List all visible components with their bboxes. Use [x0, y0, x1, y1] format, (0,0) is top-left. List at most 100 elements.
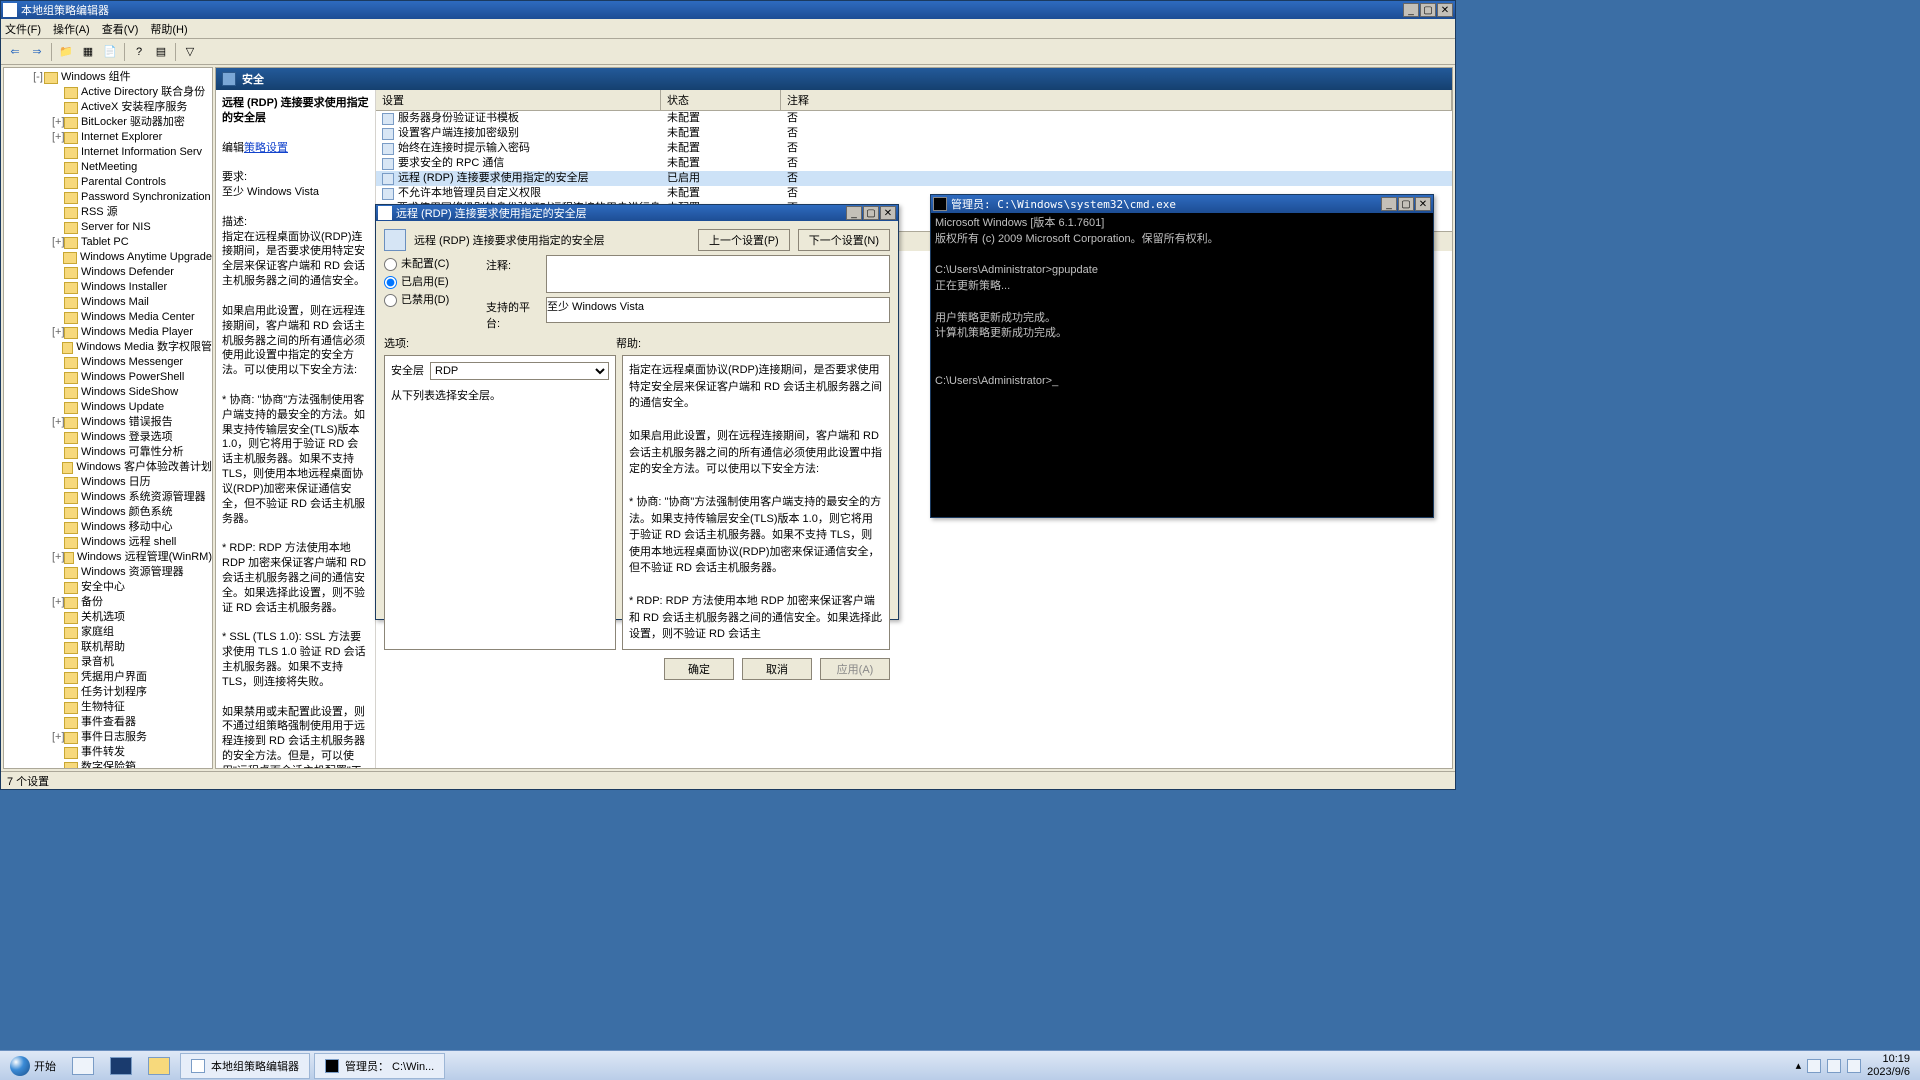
cmd-body[interactable]: Microsoft Windows [版本 6.1.7601] 版权所有 (c)… — [931, 213, 1433, 517]
task-item-cmd[interactable]: 管理员： C:\Win... — [314, 1053, 445, 1079]
tree-node[interactable]: Windows 远程 shell — [4, 535, 212, 550]
minimize-button[interactable]: _ — [1403, 3, 1419, 17]
tree-node[interactable]: Windows 登录选项 — [4, 430, 212, 445]
filter-button[interactable]: ▽ — [180, 42, 200, 62]
dlg-minimize-button[interactable]: _ — [846, 206, 862, 220]
tree-node[interactable]: Windows PowerShell — [4, 370, 212, 385]
tree-node[interactable]: [-]Windows 组件 — [4, 70, 212, 85]
tree-node[interactable]: 安全中心 — [4, 580, 212, 595]
dlg-maximize-button[interactable]: ▢ — [863, 206, 879, 220]
tree-node[interactable]: Windows Defender — [4, 265, 212, 280]
tree-node[interactable]: Windows 日历 — [4, 475, 212, 490]
menu-action[interactable]: 操作(A) — [53, 21, 90, 37]
dlg-close-button[interactable]: ✕ — [880, 206, 896, 220]
tray-network-icon[interactable] — [1827, 1059, 1841, 1073]
tree-node[interactable]: 联机帮助 — [4, 640, 212, 655]
tree-node[interactable]: [+]Tablet PC — [4, 235, 212, 250]
dlg-titlebar[interactable]: 远程 (RDP) 连接要求使用指定的安全层 _ ▢ ✕ — [376, 205, 898, 221]
tree-node[interactable]: 事件转发 — [4, 745, 212, 760]
tree-node[interactable]: ActiveX 安装程序服务 — [4, 100, 212, 115]
list-row[interactable]: 远程 (RDP) 连接要求使用指定的安全层已启用否 — [376, 171, 1452, 186]
forward-button[interactable] — [27, 42, 47, 62]
cmd-titlebar[interactable]: 管理员: C:\Windows\system32\cmd.exe _ ▢ ✕ — [931, 195, 1433, 213]
tree-node[interactable]: [+]Windows 错误报告 — [4, 415, 212, 430]
tree-node[interactable]: Active Directory 联合身份 — [4, 85, 212, 100]
tree-node[interactable]: 事件查看器 — [4, 715, 212, 730]
tree-node[interactable]: Password Synchronization — [4, 190, 212, 205]
apply-button[interactable]: 应用(A) — [820, 658, 890, 680]
cancel-button[interactable]: 取消 — [742, 658, 812, 680]
tree-node[interactable]: 家庭组 — [4, 625, 212, 640]
tree-node[interactable]: Windows SideShow — [4, 385, 212, 400]
tree-node[interactable]: [+]备份 — [4, 595, 212, 610]
up-button[interactable]: 📁 — [56, 42, 76, 62]
tree-node[interactable]: Windows 客户体验改善计划 — [4, 460, 212, 475]
list-row[interactable]: 设置客户端连接加密级别未配置否 — [376, 126, 1452, 141]
close-button[interactable]: ✕ — [1437, 3, 1453, 17]
properties-button[interactable]: ▤ — [151, 42, 171, 62]
tree-node[interactable]: [+]事件日志服务 — [4, 730, 212, 745]
gp-titlebar[interactable]: 本地组策略编辑器 _ ▢ ✕ — [1, 1, 1455, 19]
tree-node[interactable]: RSS 源 — [4, 205, 212, 220]
col-setting[interactable]: 设置 — [376, 90, 661, 110]
tray-flag-icon[interactable] — [1807, 1059, 1821, 1073]
tree-node[interactable]: Parental Controls — [4, 175, 212, 190]
list-row[interactable]: 服务器身份验证证书模板未配置否 — [376, 111, 1452, 126]
tree-node[interactable]: 生物特征 — [4, 700, 212, 715]
maximize-button[interactable]: ▢ — [1420, 3, 1436, 17]
list-row[interactable]: 始终在连接时提示输入密码未配置否 — [376, 141, 1452, 156]
next-setting-button[interactable]: 下一个设置(N) — [798, 229, 890, 251]
edit-policy-link[interactable]: 策略设置 — [244, 142, 288, 154]
tree-node[interactable]: 凭据用户界面 — [4, 670, 212, 685]
tree-node[interactable]: Windows Update — [4, 400, 212, 415]
tree-node[interactable]: Windows 移动中心 — [4, 520, 212, 535]
tree-node[interactable]: 录音机 — [4, 655, 212, 670]
cmd-maximize-button[interactable]: ▢ — [1398, 197, 1414, 211]
help-button[interactable]: ? — [129, 42, 149, 62]
tree-node[interactable]: [+]BitLocker 驱动器加密 — [4, 115, 212, 130]
cmd-minimize-button[interactable]: _ — [1381, 197, 1397, 211]
ok-button[interactable]: 确定 — [664, 658, 734, 680]
comment-field[interactable] — [546, 255, 890, 293]
cmd-close-button[interactable]: ✕ — [1415, 197, 1431, 211]
start-button[interactable]: 开始 — [4, 1054, 62, 1078]
show-hide-button[interactable]: ▦ — [78, 42, 98, 62]
tree-node[interactable]: Windows 资源管理器 — [4, 565, 212, 580]
col-note[interactable]: 注释 — [781, 90, 1452, 110]
radio-disabled[interactable]: 已禁用(D) — [384, 291, 474, 309]
menu-help[interactable]: 帮助(H) — [150, 21, 187, 37]
tree-node[interactable]: Windows Anytime Upgrade — [4, 250, 212, 265]
tree-node[interactable]: [+]Internet Explorer — [4, 130, 212, 145]
taskbar-clock[interactable]: 10:19 2023/9/6 — [1867, 1053, 1910, 1077]
tree-node[interactable]: Windows Installer — [4, 280, 212, 295]
tree-node[interactable]: [+]Windows 远程管理(WinRM) — [4, 550, 212, 565]
radio-enabled[interactable]: 已启用(E) — [384, 273, 474, 291]
tree-node[interactable]: Windows 系统资源管理器 — [4, 490, 212, 505]
tree-node[interactable]: [+]Windows Media Player — [4, 325, 212, 340]
tree-node[interactable]: NetMeeting — [4, 160, 212, 175]
list-row[interactable]: 要求安全的 RPC 通信未配置否 — [376, 156, 1452, 171]
task-item-gpedit[interactable]: 本地组策略编辑器 — [180, 1053, 310, 1079]
tree-node[interactable]: Windows 颜色系统 — [4, 505, 212, 520]
policy-tree[interactable]: [-]Windows 组件Active Directory 联合身份Active… — [3, 67, 213, 769]
menu-file[interactable]: 文件(F) — [5, 21, 41, 37]
help-box[interactable]: 指定在远程桌面协议(RDP)连接期间，是否要求使用特定安全层来保证客户端和 RD… — [622, 355, 890, 650]
back-button[interactable] — [5, 42, 25, 62]
menu-view[interactable]: 查看(V) — [102, 21, 139, 37]
tree-node[interactable]: Windows Media Center — [4, 310, 212, 325]
prev-setting-button[interactable]: 上一个设置(P) — [698, 229, 790, 251]
tree-node[interactable]: Internet Information Serv — [4, 145, 212, 160]
security-layer-select[interactable]: RDP — [430, 362, 609, 380]
col-state[interactable]: 状态 — [661, 90, 781, 110]
pinned-explorer[interactable] — [66, 1053, 100, 1079]
tray-chevron-icon[interactable]: ▴ — [1796, 1059, 1802, 1072]
tree-node[interactable]: Windows Media 数字权限管 — [4, 340, 212, 355]
export-button[interactable]: 📄 — [100, 42, 120, 62]
tray-sound-icon[interactable] — [1847, 1059, 1861, 1073]
tree-node[interactable]: 任务计划程序 — [4, 685, 212, 700]
tree-node[interactable]: Server for NIS — [4, 220, 212, 235]
tree-node[interactable]: Windows Mail — [4, 295, 212, 310]
tree-node[interactable]: Windows 可靠性分析 — [4, 445, 212, 460]
tree-node[interactable]: 关机选项 — [4, 610, 212, 625]
pinned-filemgr[interactable] — [142, 1053, 176, 1079]
